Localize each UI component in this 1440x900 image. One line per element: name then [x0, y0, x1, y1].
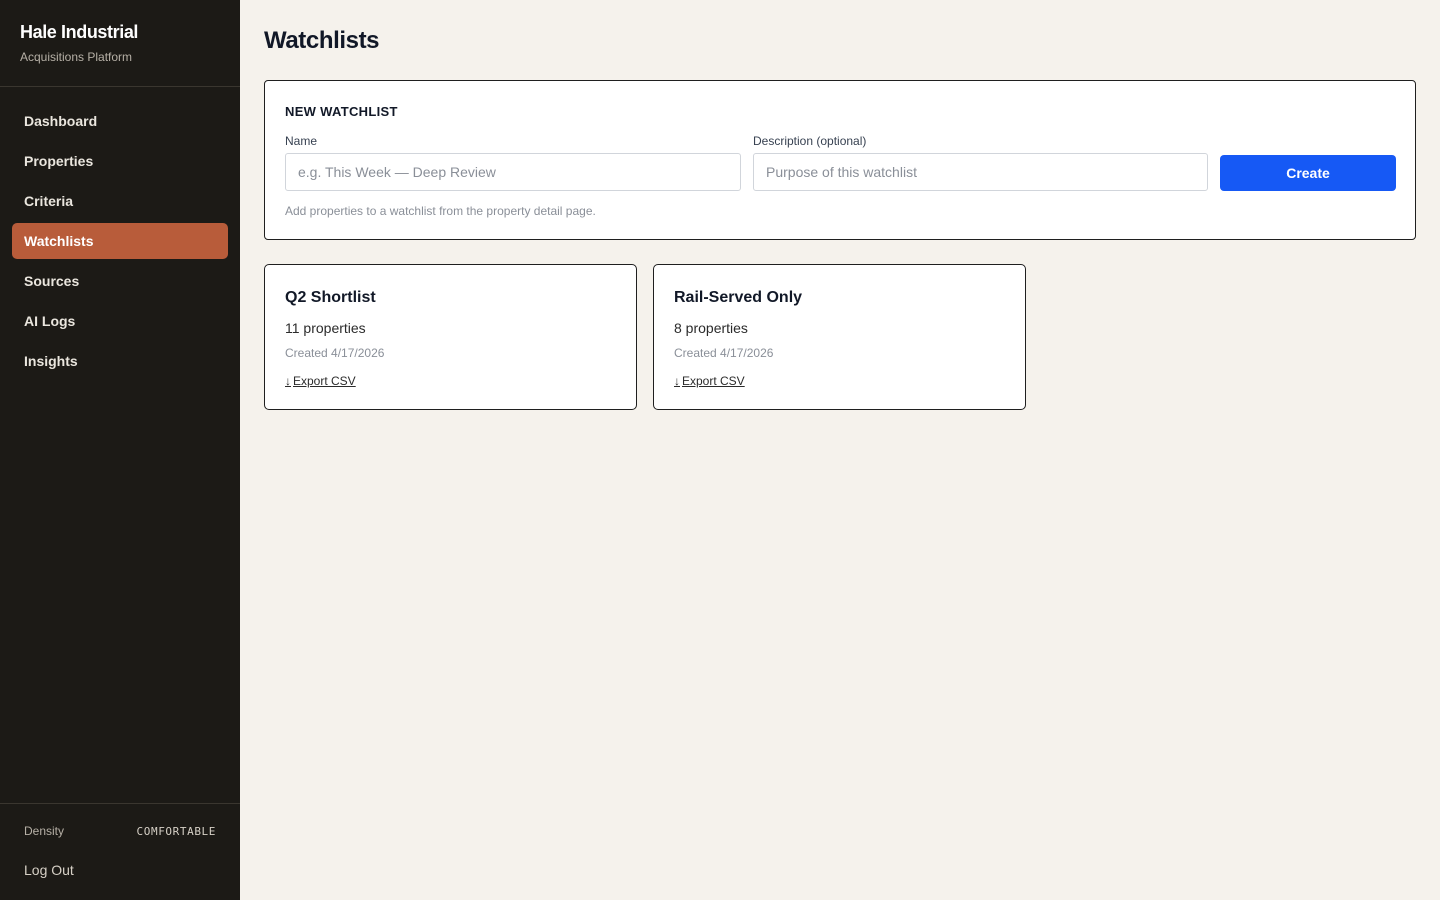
name-input[interactable]: [285, 153, 741, 191]
new-watchlist-panel: NEW WATCHLIST Name Description (optional…: [264, 80, 1416, 240]
watchlist-name[interactable]: Q2 Shortlist: [285, 289, 376, 307]
watchlist-created-date: Created 4/17/2026: [285, 346, 385, 360]
logout-button[interactable]: Log Out: [24, 862, 74, 878]
export-csv-label: Export CSV: [682, 374, 745, 388]
watchlist-created-date: Created 4/17/2026: [674, 346, 774, 360]
arrow-down-icon: ↓: [674, 374, 680, 388]
sidebar-item-insights[interactable]: Insights: [12, 343, 228, 379]
density-toggle[interactable]: Density COMFORTABLE: [24, 824, 216, 838]
new-watchlist-title: NEW WATCHLIST: [285, 104, 398, 119]
description-input[interactable]: [753, 153, 1208, 191]
brand-subtitle: Acquisitions Platform: [20, 50, 133, 64]
sidebar-item-watchlists[interactable]: Watchlists: [12, 223, 228, 259]
export-csv-link[interactable]: ↓ Export CSV: [285, 374, 356, 388]
watchlist-card[interactable]: Rail-Served Only 8 properties Created 4/…: [653, 264, 1026, 410]
sidebar-item-dashboard[interactable]: Dashboard: [12, 103, 228, 139]
sidebar-item-sources[interactable]: Sources: [12, 263, 228, 299]
page-title: Watchlists: [264, 27, 380, 54]
watchlist-grid: Q2 Shortlist 11 properties Created 4/17/…: [264, 264, 1026, 410]
sidebar-item-ai-logs[interactable]: AI Logs: [12, 303, 228, 339]
density-value[interactable]: COMFORTABLE: [137, 825, 216, 838]
watchlist-count: 8 properties: [674, 320, 748, 336]
brand-title: Hale Industrial: [20, 22, 139, 42]
watchlist-count: 11 properties: [285, 320, 366, 336]
export-csv-link[interactable]: ↓ Export CSV: [674, 374, 745, 388]
name-label: Name: [285, 134, 318, 148]
sidebar-footer: Density COMFORTABLE Log Out: [0, 803, 240, 900]
sidebar-item-properties[interactable]: Properties: [12, 143, 228, 179]
helper-text: Add properties to a watchlist from the p…: [285, 204, 596, 218]
description-label: Description (optional): [753, 134, 867, 148]
export-csv-label: Export CSV: [293, 374, 356, 388]
sidebar: Hale Industrial Acquisitions Platform Da…: [0, 0, 240, 900]
create-button[interactable]: Create: [1220, 155, 1396, 191]
watchlist-name[interactable]: Rail-Served Only: [674, 289, 802, 307]
sidebar-nav: Dashboard Properties Criteria Watchlists…: [0, 87, 240, 379]
watchlist-card[interactable]: Q2 Shortlist 11 properties Created 4/17/…: [264, 264, 637, 410]
density-label: Density: [24, 824, 65, 838]
arrow-down-icon: ↓: [285, 374, 291, 388]
brand: Hale Industrial Acquisitions Platform: [0, 0, 240, 87]
sidebar-item-criteria[interactable]: Criteria: [12, 183, 228, 219]
